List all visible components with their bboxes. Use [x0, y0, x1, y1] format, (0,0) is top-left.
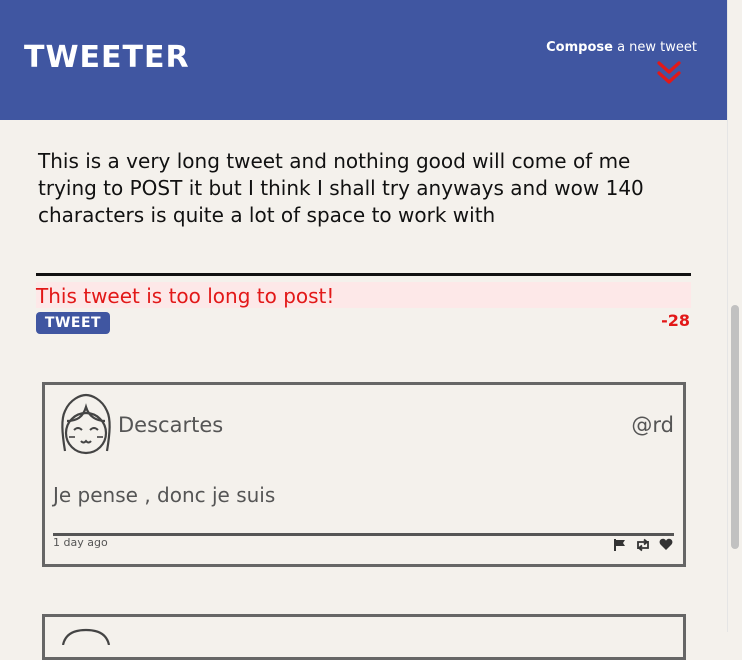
tweet-handle: @rd [631, 413, 674, 437]
compose-label-bold: Compose [546, 40, 613, 55]
avatar-icon [61, 628, 111, 645]
tweet-actions [613, 538, 673, 552]
tweet-content: Je pense , donc je suis [53, 483, 276, 507]
scrollbar-thumb[interactable] [731, 305, 739, 549]
tweet-submit-button[interactable]: TWEET [36, 312, 110, 334]
tweet-card [42, 614, 686, 660]
error-message: This tweet is too long to post! [36, 282, 691, 308]
card-divider [53, 533, 674, 536]
tweet-card: Descartes @rd Je pense , donc je suis 1 … [42, 382, 686, 567]
compose-label-rest: a new tweet [612, 40, 697, 55]
composer-underline [36, 273, 691, 276]
compose-toggle[interactable]: Compose a new tweet [546, 40, 697, 87]
brand-logo: TWEETER [24, 40, 190, 75]
tweet-timestamp: 1 day ago [53, 536, 108, 549]
tweet-author: Descartes [118, 413, 224, 437]
tweet-textarea[interactable]: This is a very long tweet and nothing go… [38, 148, 688, 229]
heart-icon[interactable] [659, 538, 673, 551]
avatar-icon [61, 393, 111, 455]
top-nav: TWEETER Compose a new tweet [0, 0, 727, 120]
retweet-icon[interactable] [635, 538, 651, 552]
double-chevron-down-icon[interactable] [657, 61, 681, 87]
flag-icon[interactable] [613, 538, 627, 552]
char-counter: -28 [661, 311, 690, 330]
